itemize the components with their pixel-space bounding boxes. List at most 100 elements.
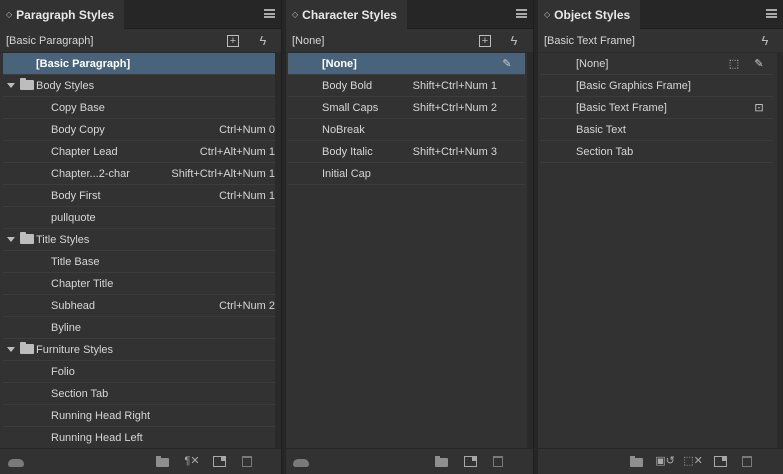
style-label: Small Caps xyxy=(322,101,379,114)
collapse-arrows-icon[interactable]: ◇ xyxy=(6,10,12,19)
character-style-initial-cap[interactable]: Initial Cap xyxy=(288,163,525,185)
collapse-arrows-icon[interactable]: ◇ xyxy=(544,10,550,19)
clear-overrides-icon[interactable]: ▣↺ xyxy=(655,456,675,467)
style-label: Title Styles xyxy=(36,233,90,246)
paragraph-style-running-head-left[interactable]: Running Head Left xyxy=(3,427,275,449)
paragraph-styles-panel: ◇ Paragraph Styles [Basic Paragraph] + ϟ… xyxy=(0,0,282,474)
paragraph-style-chapter-2-char[interactable]: Chapter...2-char Shift+Ctrl+Alt+Num 1 xyxy=(3,163,275,185)
shortcut-label: Shift+Ctrl+Num 3 xyxy=(412,145,497,158)
trash-icon[interactable] xyxy=(493,456,503,467)
clear-overrides-icon[interactable]: ¶✕ xyxy=(182,456,202,467)
panel-menu-icon[interactable] xyxy=(516,9,527,18)
disclosure-triangle-icon[interactable] xyxy=(7,83,15,88)
style-label: [Basic Graphics Frame] xyxy=(576,79,691,92)
object-style-basic-graphics-frame[interactable]: [Basic Graphics Frame] xyxy=(540,75,773,97)
scrollbar[interactable] xyxy=(777,53,783,448)
trash-icon[interactable] xyxy=(742,456,752,467)
paragraph-style-section-tab[interactable]: Section Tab xyxy=(3,383,275,405)
tab-label: Paragraph Styles xyxy=(16,7,115,22)
paragraph-style-body-first[interactable]: Body First Ctrl+Num 1 xyxy=(3,185,275,207)
paragraph-style-chapter-lead[interactable]: Chapter Lead Ctrl+Alt+Num 1 xyxy=(3,141,275,163)
collapse-arrows-icon[interactable]: ◇ xyxy=(292,10,298,19)
current-style-label: [Basic Text Frame] xyxy=(544,34,635,47)
character-style-small-caps[interactable]: Small Caps Shift+Ctrl+Num 2 xyxy=(288,97,525,119)
character-style-body-bold[interactable]: Body Bold Shift+Ctrl+Num 1 xyxy=(288,75,525,97)
new-group-icon[interactable] xyxy=(435,456,448,467)
paragraph-style-running-head-right[interactable]: Running Head Right xyxy=(3,405,275,427)
folder-icon xyxy=(20,232,34,244)
style-label: pullquote xyxy=(51,211,96,224)
paragraph-style-byline[interactable]: Byline xyxy=(3,317,275,339)
panel-menu-icon[interactable] xyxy=(264,9,275,18)
character-style-body-italic[interactable]: Body Italic Shift+Ctrl+Num 3 xyxy=(288,141,525,163)
lightning-icon[interactable]: ϟ xyxy=(506,33,522,49)
style-label: Body First xyxy=(51,189,101,202)
shortcut-label: Ctrl+Alt+Num 1 xyxy=(199,145,275,158)
style-label: Body Copy xyxy=(51,123,105,136)
tab-character-styles[interactable]: ◇ Character Styles xyxy=(286,0,407,29)
paragraph-style-copy-base[interactable]: Copy Base xyxy=(3,97,275,119)
current-style-label: [None] xyxy=(292,34,325,47)
object-style-basic-text-frame[interactable]: [Basic Text Frame] ⊡ xyxy=(540,97,773,119)
object-style-basic-text[interactable]: Basic Text xyxy=(540,119,773,141)
object-style-section-tab[interactable]: Section Tab xyxy=(540,141,773,163)
new-style-icon[interactable] xyxy=(213,456,226,467)
paragraph-current-style: [Basic Paragraph] + ϟ xyxy=(0,29,281,53)
new-group-icon[interactable] xyxy=(156,456,169,467)
new-style-from-selection-icon[interactable]: + xyxy=(227,35,239,47)
scrollbar[interactable] xyxy=(275,53,281,448)
paragraph-style-chapter-title[interactable]: Chapter Title xyxy=(3,273,275,295)
trash-icon[interactable] xyxy=(242,456,252,467)
paragraph-style-pullquote[interactable]: pullquote xyxy=(3,207,275,229)
style-label: Body Bold xyxy=(322,79,373,92)
style-label: Byline xyxy=(51,321,81,334)
style-label: Folio xyxy=(51,365,75,378)
panel-menu-icon[interactable] xyxy=(766,9,777,18)
paragraph-style-folio[interactable]: Folio xyxy=(3,361,275,383)
new-style-from-selection-icon[interactable]: + xyxy=(479,35,491,47)
style-label: Running Head Left xyxy=(51,431,143,444)
character-style-nobreak[interactable]: NoBreak xyxy=(288,119,525,141)
folder-icon xyxy=(20,342,34,354)
shortcut-label: Shift+Ctrl+Alt+Num 1 xyxy=(171,167,275,180)
paragraph-style-basic-paragraph[interactable]: [Basic Paragraph] xyxy=(3,53,275,75)
style-label: Section Tab xyxy=(576,145,634,158)
lightning-icon[interactable]: ϟ xyxy=(255,33,271,49)
style-group-title-styles[interactable]: Title Styles xyxy=(3,229,275,251)
disclosure-triangle-icon[interactable] xyxy=(7,347,15,352)
character-current-style: [None] + ϟ xyxy=(286,29,533,53)
shortcut-label: Ctrl+Num 0 xyxy=(219,123,275,136)
new-style-icon[interactable] xyxy=(714,456,727,467)
character-style-none[interactable]: [None] ✎ xyxy=(288,53,525,75)
paragraph-tabbar: ◇ Paragraph Styles xyxy=(0,0,281,29)
style-group-furniture-styles[interactable]: Furniture Styles xyxy=(3,339,275,361)
style-label: Title Base xyxy=(51,255,100,268)
paragraph-style-title-base[interactable]: Title Base xyxy=(3,251,275,273)
disclosure-triangle-icon[interactable] xyxy=(7,237,15,242)
text-frame-icon: ⊡ xyxy=(754,101,764,114)
style-label: Chapter...2-char xyxy=(51,167,130,180)
frame-none-icon: ⬚ xyxy=(728,57,740,70)
style-label: Running Head Right xyxy=(51,409,151,422)
lightning-icon[interactable]: ϟ xyxy=(757,33,773,49)
tab-object-styles[interactable]: ◇ Object Styles xyxy=(538,0,641,29)
scrollbar[interactable] xyxy=(527,53,533,448)
style-label: [None] xyxy=(322,57,357,70)
new-group-icon[interactable] xyxy=(630,456,643,467)
tab-paragraph-styles[interactable]: ◇ Paragraph Styles xyxy=(0,0,125,29)
character-tabbar: ◇ Character Styles xyxy=(286,0,533,29)
style-label: Furniture Styles xyxy=(36,343,114,356)
cc-library-icon[interactable] xyxy=(8,459,24,467)
new-style-icon[interactable] xyxy=(464,456,477,467)
style-group-body-styles[interactable]: Body Styles xyxy=(3,75,275,97)
cc-library-icon[interactable] xyxy=(293,459,309,467)
folder-icon xyxy=(20,78,34,90)
lock-icon: ✎ xyxy=(502,57,512,70)
clear-attributes-icon[interactable]: ⬚✕ xyxy=(683,456,703,467)
paragraph-style-subhead[interactable]: Subhead Ctrl+Num 2 xyxy=(3,295,275,317)
object-tabbar: ◇ Object Styles xyxy=(538,0,783,29)
object-style-none[interactable]: [None] ⬚ ✎ xyxy=(540,53,773,75)
character-styles-panel: ◇ Character Styles [None] + ϟ [None] ✎ Bod… xyxy=(286,0,534,474)
paragraph-style-body-copy[interactable]: Body Copy Ctrl+Num 0 xyxy=(3,119,275,141)
object-current-style: [Basic Text Frame] ϟ xyxy=(538,29,783,53)
